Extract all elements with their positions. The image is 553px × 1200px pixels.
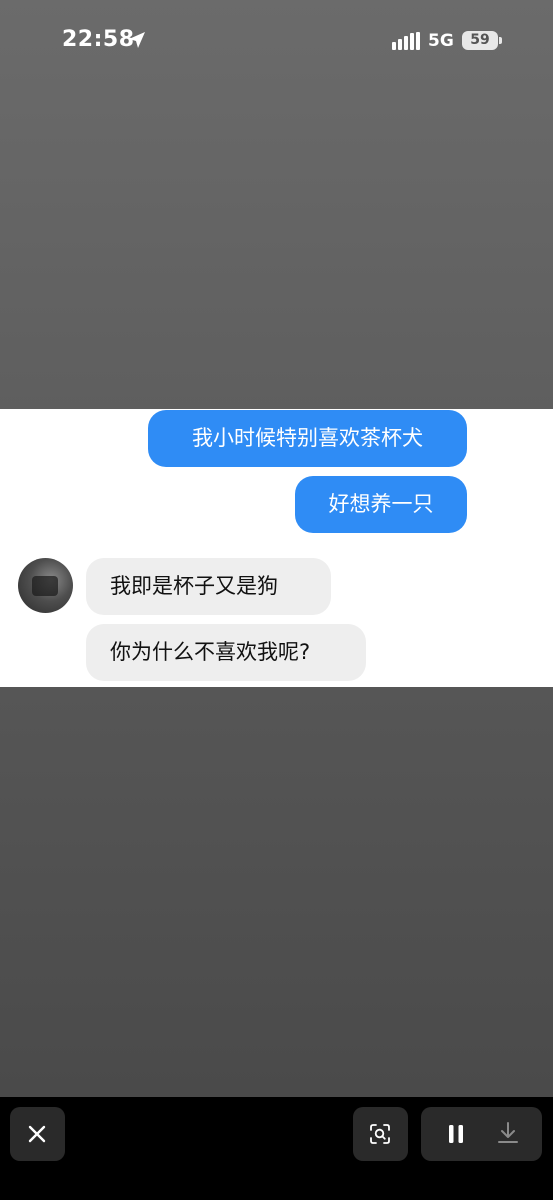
- media-controls: [421, 1107, 542, 1161]
- cellular-signal-icon: [392, 32, 420, 50]
- close-icon: [28, 1125, 46, 1143]
- bottom-toolbar: [0, 1097, 553, 1200]
- visual-lookup-button[interactable]: [353, 1107, 408, 1161]
- close-button[interactable]: [10, 1107, 65, 1161]
- battery-indicator: 59: [462, 31, 498, 50]
- outgoing-message: 好想养一只: [295, 476, 467, 533]
- outgoing-message: 我小时候特别喜欢茶杯犬: [148, 410, 467, 467]
- battery-nub: [499, 37, 502, 44]
- chat-screenshot: 我小时候特别喜欢茶杯犬 好想养一只 我即是杯子又是狗 你为什么不喜欢我呢?: [0, 409, 553, 687]
- status-time: 22:58: [62, 27, 135, 52]
- avatar: [18, 558, 73, 613]
- incoming-message: 你为什么不喜欢我呢?: [86, 624, 366, 681]
- pause-icon[interactable]: [447, 1123, 465, 1145]
- incoming-message: 我即是杯子又是狗: [86, 558, 331, 615]
- status-bar: 22:58 5G 59: [0, 0, 553, 80]
- scan-search-icon: [370, 1124, 390, 1144]
- location-arrow-icon: [129, 32, 145, 48]
- network-type: 5G: [428, 31, 454, 51]
- download-icon[interactable]: [497, 1121, 519, 1145]
